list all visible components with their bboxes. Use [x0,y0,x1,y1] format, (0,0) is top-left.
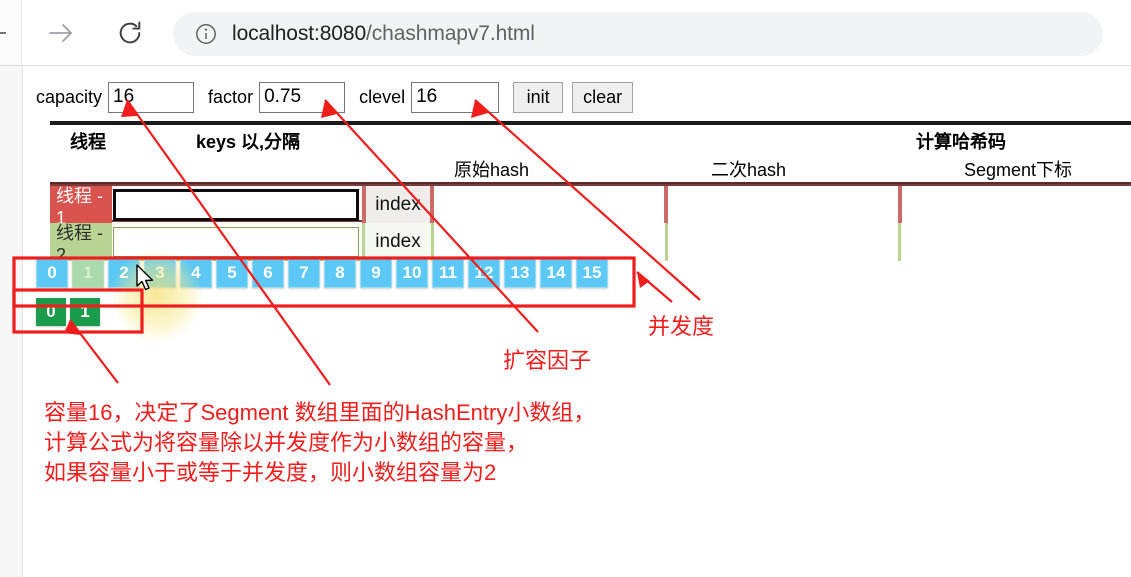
segment-box[interactable]: 14 [540,258,572,288]
segment-box[interactable]: 4 [180,258,212,288]
browser-chrome: localhost:8080/chashmapv7.html [0,0,1131,66]
back-arrow-icon[interactable] [0,24,14,42]
capacity-input[interactable] [108,81,195,113]
segment-box[interactable]: 9 [360,258,392,288]
segment-box[interactable]: 8 [324,258,356,288]
segment-index-cell [901,223,1131,261]
reload-icon[interactable] [116,19,144,47]
original-hash-cell [434,186,668,224]
clevel-input[interactable] [411,81,500,113]
keys-input[interactable] [113,227,359,257]
page-content: capacity factor clevel init clear 线程 key… [22,66,1131,577]
table-header-row-secondary: 原始hash 二次hash Segment下标 [36,156,1131,180]
segment-box[interactable]: 15 [576,258,608,288]
screenshot-root: localhost:8080/chashmapv7.html capacity … [0,0,1131,577]
segment-box[interactable]: 11 [432,258,464,288]
keys-input[interactable] [113,189,359,221]
header-segment-index: Segment下标 [964,160,1073,180]
clevel-label: clevel [359,87,406,107]
original-hash-cell [434,223,668,261]
header-thread: 线程 [70,132,106,152]
table-row: 线程 - 1 index [50,184,1131,228]
keys-cell [112,186,362,224]
segment-box[interactable]: 12 [468,258,500,288]
hashentry-box[interactable]: 0 [36,298,66,326]
header-second-hash: 二次hash [711,160,787,180]
segment-box[interactable]: 5 [216,258,248,288]
index-button[interactable]: index [362,223,434,261]
forward-arrow-icon[interactable] [46,20,76,46]
thread-label: 线程 - 2 [50,223,112,265]
table-row: 线程 - 2 index [50,223,1131,265]
segment-index-cell [902,186,1131,224]
second-hash-cell [667,223,902,261]
clear-button[interactable]: clear [572,81,634,113]
segment-box[interactable]: 6 [252,258,284,288]
controls-bar: capacity factor clevel init clear [36,79,642,115]
init-button[interactable]: init [513,81,564,113]
index-button[interactable]: index [362,186,434,224]
table-header-row-primary: 线程 keys 以,分隔 计算哈希码 [36,128,1131,154]
url-path: /chashmapv7.html [366,22,535,45]
mouse-cursor [136,264,158,294]
header-keys: keys 以,分隔 [196,132,301,152]
segment-box[interactable]: 7 [288,258,320,288]
capacity-label: capacity [36,87,103,107]
factor-input[interactable] [259,81,346,113]
keys-cell [112,223,362,261]
segment-box[interactable]: 1 [72,258,104,288]
factor-label: factor [208,87,254,107]
info-circle-icon[interactable] [194,22,218,46]
page-viewport: capacity factor clevel init clear 线程 key… [0,66,1131,577]
url-host: localhost:8080 [232,22,367,45]
header-original-hash: 原始hash [454,160,530,180]
segment-box[interactable]: 10 [396,258,428,288]
header-hashcode: 计算哈希码 [916,132,1006,152]
hashentry-box[interactable]: 1 [70,298,100,326]
table-top-rule [50,121,1131,125]
address-bar-url[interactable]: localhost:8080/chashmapv7.html [232,21,535,47]
segment-box[interactable]: 0 [36,258,68,288]
second-hash-cell [668,186,902,224]
hashentry-array: 01 [36,298,100,326]
segment-box[interactable]: 13 [504,258,536,288]
